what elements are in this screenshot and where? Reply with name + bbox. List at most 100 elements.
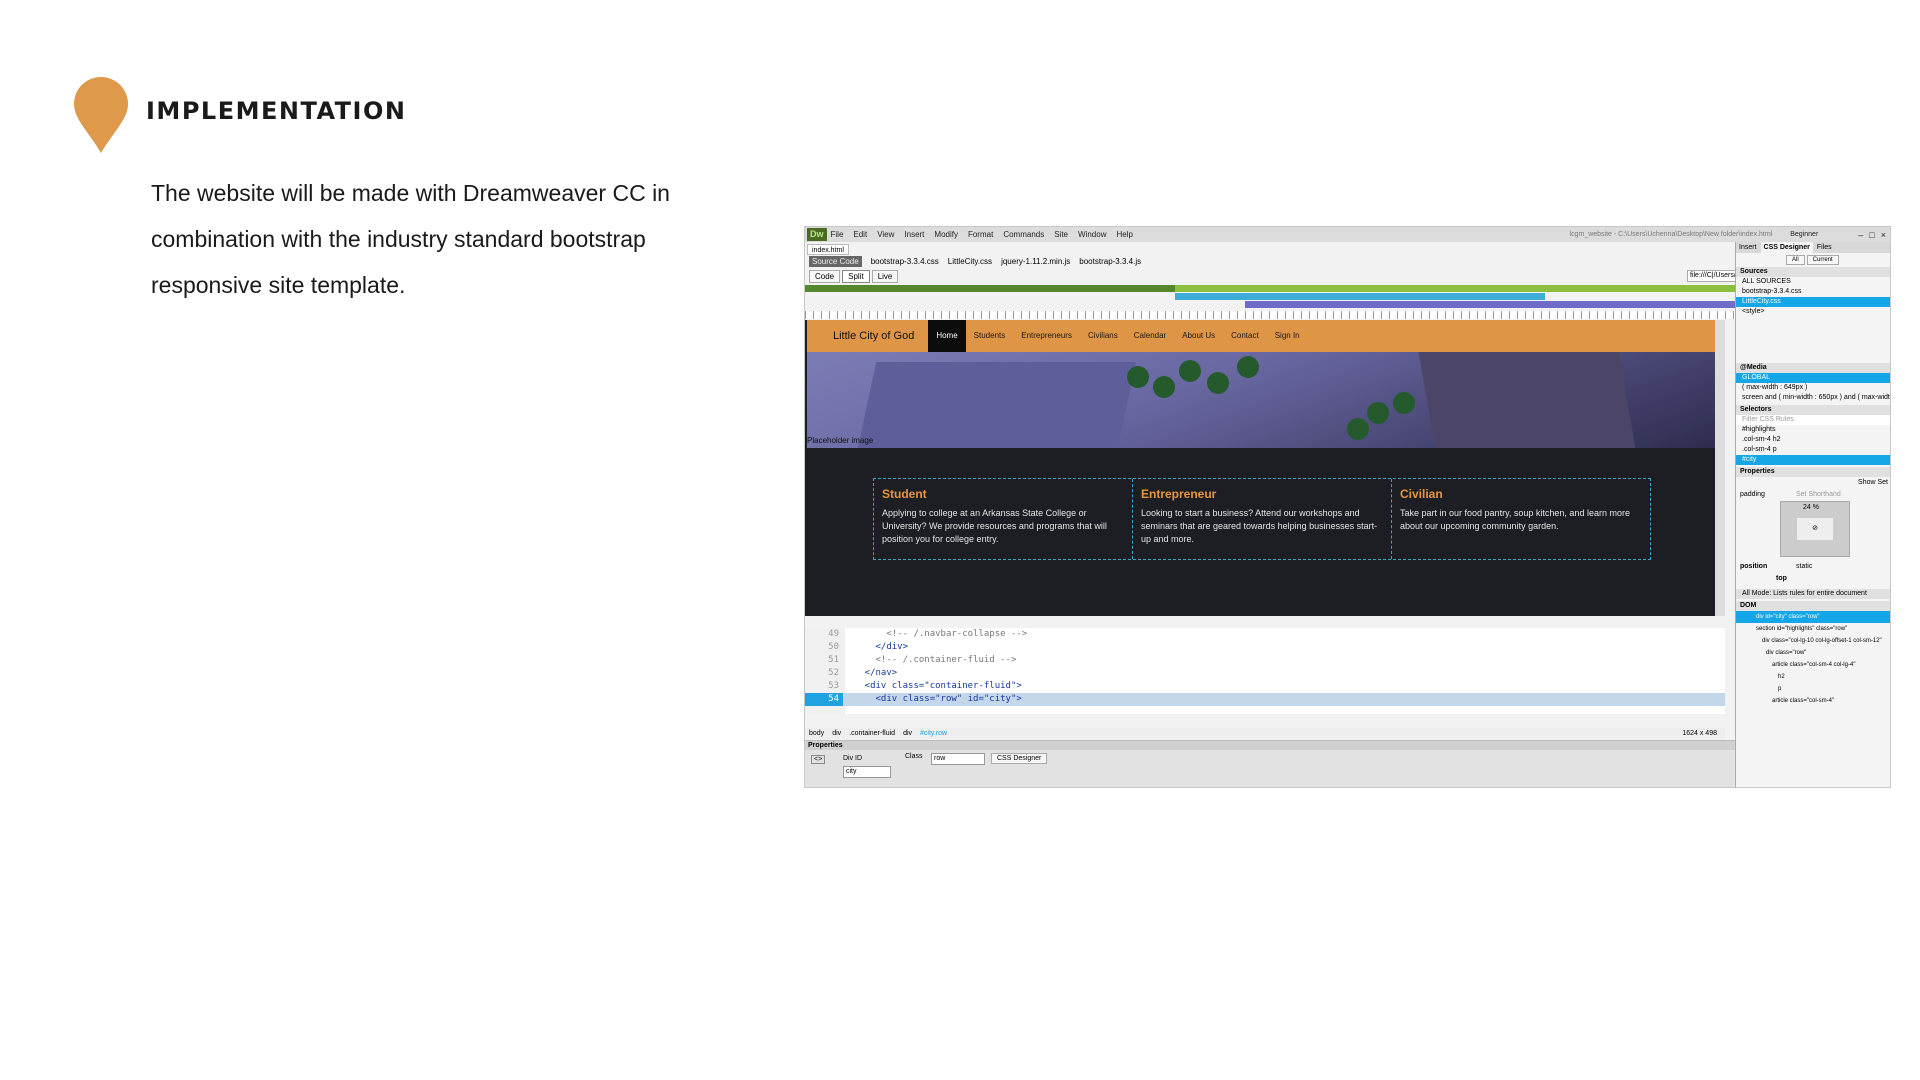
- workspace-switcher[interactable]: Beginner: [1790, 231, 1818, 238]
- padding-top-value[interactable]: 24 %: [1803, 504, 1819, 511]
- padding-shorthand[interactable]: Set Shorthand: [1796, 491, 1841, 498]
- related-file-jquery[interactable]: jquery-1.11.2.min.js: [1001, 256, 1070, 267]
- all-toggle[interactable]: All: [1786, 255, 1805, 265]
- code-line[interactable]: 51 <!-- /.container-fluid -->: [805, 654, 1725, 667]
- nav-calendar[interactable]: Calendar: [1126, 320, 1174, 352]
- nav-students[interactable]: Students: [966, 320, 1014, 352]
- dom-node[interactable]: section id="highlights" class="row": [1736, 623, 1890, 635]
- tab-files[interactable]: Files: [1817, 242, 1832, 253]
- live-view-button[interactable]: Live: [871, 269, 899, 283]
- document-toolbar: Code Split Live file:///C|/Users/Uchenna…: [805, 268, 1825, 284]
- selector-item-selected[interactable]: #city: [1736, 455, 1890, 465]
- dom-node[interactable]: div class="col-lg-10 col-lg-offset-1 col…: [1736, 635, 1890, 647]
- related-files-bar: Source Code bootstrap-3.3.4.css LittleCi…: [805, 256, 1735, 267]
- position-value[interactable]: static: [1796, 561, 1812, 573]
- status-bar: body div .container-fluid div #city.row …: [805, 728, 1725, 739]
- minimize-icon[interactable]: –: [1858, 230, 1863, 240]
- nav-home[interactable]: Home: [928, 320, 966, 352]
- dom-node[interactable]: article class="col-sm-4 col-lg-4": [1736, 659, 1890, 671]
- student-column[interactable]: Student Applying to college at an Arkans…: [874, 479, 1133, 559]
- media-item[interactable]: screen and ( min-width : 650px ) and ( m…: [1736, 393, 1890, 403]
- menu-insert[interactable]: Insert: [904, 230, 924, 239]
- dom-node[interactable]: p: [1736, 683, 1890, 695]
- div-id-label: Div ID: [843, 755, 863, 762]
- dom-header[interactable]: DOM: [1736, 601, 1890, 611]
- box-model-widget[interactable]: 24 % ⊘: [1780, 501, 1850, 557]
- dom-node-selected[interactable]: div id="city" class="row": [1736, 611, 1890, 623]
- menu-view[interactable]: View: [877, 230, 894, 239]
- restore-icon[interactable]: □: [1869, 230, 1874, 240]
- div-id-select[interactable]: city: [843, 766, 891, 778]
- nav-entrepreneurs[interactable]: Entrepreneurs: [1013, 320, 1080, 352]
- slide-body-text: The website will be made with Dreamweave…: [151, 180, 670, 298]
- properties-header[interactable]: Properties: [1736, 467, 1890, 477]
- media-query-bars[interactable]: [805, 285, 1735, 311]
- related-file-source[interactable]: Source Code: [809, 256, 862, 267]
- source-item[interactable]: bootstrap-3.3.4.css: [1736, 287, 1890, 297]
- media-item[interactable]: ( max-width : 649px ): [1736, 383, 1890, 393]
- tag-container-fluid[interactable]: .container-fluid: [849, 728, 895, 739]
- civilian-title: Civilian: [1400, 487, 1443, 501]
- tag-div[interactable]: div: [832, 728, 841, 739]
- menu-site[interactable]: Site: [1054, 230, 1068, 239]
- nav-about-us[interactable]: About Us: [1174, 320, 1223, 352]
- class-select[interactable]: row: [931, 753, 985, 765]
- selectors-header[interactable]: Selectors: [1736, 405, 1890, 415]
- code-line[interactable]: 50 </div>: [805, 641, 1725, 654]
- link-icon[interactable]: ⊘: [1797, 518, 1833, 540]
- dom-node[interactable]: div class="row": [1736, 647, 1890, 659]
- related-file-bootstrap-css[interactable]: bootstrap-3.3.4.css: [871, 256, 939, 267]
- menu-modify[interactable]: Modify: [934, 230, 958, 239]
- menu-help[interactable]: Help: [1116, 230, 1132, 239]
- sources-header[interactable]: Sources: [1736, 267, 1890, 277]
- dom-node[interactable]: h2: [1736, 671, 1890, 683]
- selector-item[interactable]: #highlights: [1736, 425, 1890, 435]
- close-icon[interactable]: ×: [1881, 230, 1886, 240]
- position-label: position: [1740, 563, 1768, 570]
- nav-contact[interactable]: Contact: [1223, 320, 1267, 352]
- source-item-selected[interactable]: LittleCity.css: [1736, 297, 1890, 307]
- code-line-selected[interactable]: 54 <div class="row" id="city">: [805, 693, 1725, 706]
- show-set-checkbox[interactable]: Show Set: [1858, 477, 1888, 489]
- css-designer-button[interactable]: CSS Designer: [991, 753, 1048, 764]
- selector-item[interactable]: .col-sm-4 p: [1736, 445, 1890, 455]
- civilian-column[interactable]: Civilian Take part in our food pantry, s…: [1392, 479, 1650, 559]
- nav-civilians[interactable]: Civilians: [1080, 320, 1126, 352]
- current-toggle[interactable]: Current: [1806, 255, 1839, 265]
- tag-div-2[interactable]: div: [903, 728, 912, 739]
- class-label: Class: [905, 753, 923, 760]
- window-size[interactable]: 1624 x 498: [1682, 728, 1717, 739]
- nav-sign-in[interactable]: Sign In: [1267, 320, 1308, 352]
- menu-format[interactable]: Format: [968, 230, 993, 239]
- code-line[interactable]: 53 <div class="container-fluid">: [805, 680, 1725, 693]
- top-label: top: [1776, 575, 1787, 582]
- live-view-scrollbar[interactable]: [1715, 320, 1725, 616]
- menu-window[interactable]: Window: [1078, 230, 1106, 239]
- split-view-button[interactable]: Split: [842, 269, 870, 283]
- hero-image: [807, 352, 1719, 448]
- selector-filter-input[interactable]: Filter CSS Rules: [1736, 415, 1890, 425]
- code-icon[interactable]: <>: [811, 755, 826, 764]
- entrepreneur-column[interactable]: Entrepreneur Looking to start a business…: [1133, 479, 1392, 559]
- document-tab[interactable]: index.html: [807, 244, 849, 255]
- code-line[interactable]: 52 </nav>: [805, 667, 1725, 680]
- source-item[interactable]: ALL SOURCES: [1736, 277, 1890, 287]
- related-file-littlecity-css[interactable]: LittleCity.css: [948, 256, 992, 267]
- selector-item[interactable]: .col-sm-4 h2: [1736, 435, 1890, 445]
- media-item-selected[interactable]: GLOBAL: [1736, 373, 1890, 383]
- media-header[interactable]: @Media: [1736, 363, 1890, 373]
- code-line[interactable]: 49 <!-- /.navbar-collapse -->: [805, 628, 1725, 641]
- code-view[interactable]: 49 <!-- /.navbar-collapse --> 50 </div> …: [805, 628, 1725, 714]
- tab-css-designer[interactable]: CSS Designer: [1760, 242, 1813, 253]
- code-view-button[interactable]: Code: [809, 269, 841, 283]
- tag-body[interactable]: body: [809, 728, 824, 739]
- site-brand[interactable]: Little City of God: [833, 330, 914, 342]
- menu-file[interactable]: File: [831, 230, 844, 239]
- tag-city-row[interactable]: #city.row: [920, 728, 947, 739]
- menu-edit[interactable]: Edit: [853, 230, 867, 239]
- dom-node[interactable]: article class="col-sm-4": [1736, 695, 1890, 707]
- tab-insert[interactable]: Insert: [1739, 242, 1757, 253]
- source-item[interactable]: <style>: [1736, 307, 1890, 317]
- related-file-bootstrap-js[interactable]: bootstrap-3.3.4.js: [1079, 256, 1141, 267]
- menu-commands[interactable]: Commands: [1003, 230, 1044, 239]
